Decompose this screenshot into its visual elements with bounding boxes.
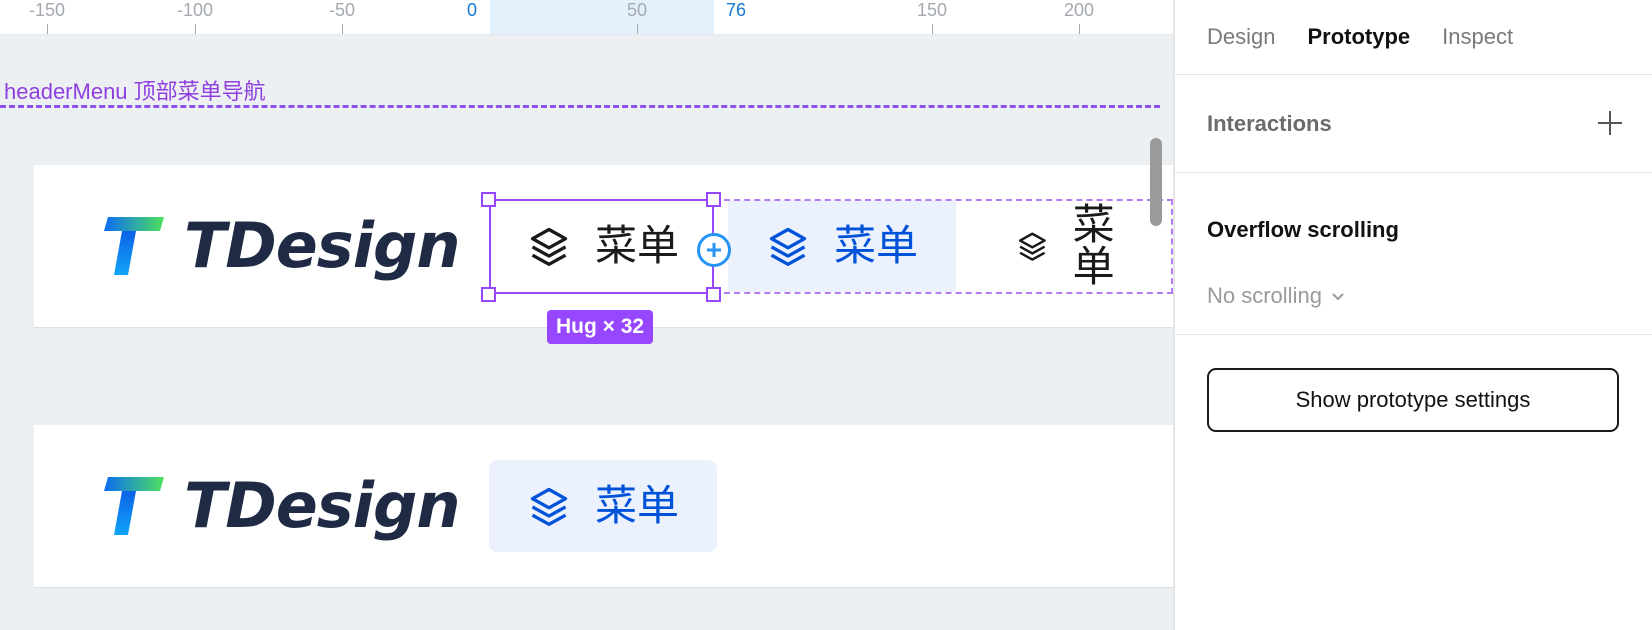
resize-handle-bottom-left[interactable] [481,287,496,302]
design-canvas[interactable]: -150 -100 -50 0 50 76 150 200 headerMenu… [0,0,1173,630]
interactions-section: Interactions [1175,75,1652,173]
selection-box[interactable] [489,199,714,294]
ruler-label: -100 [176,0,214,20]
overflow-dropdown[interactable]: No scrolling [1207,283,1346,309]
auto-layout-bounds [714,199,1173,294]
tdesign-logo: TDesign [104,469,460,542]
overflow-title: Overflow scrolling [1207,217,1399,242]
logo-wordmark: TDesign [184,209,460,282]
interactions-title: Interactions [1207,111,1332,136]
resize-handle-bottom-right[interactable] [706,287,721,302]
tab-design[interactable]: Design [1207,24,1275,50]
tab-inspect[interactable]: Inspect [1442,24,1513,50]
add-interaction-icon[interactable] [1592,105,1628,141]
tdesign-logo: TDesign [104,209,460,282]
ruler-tick [195,24,196,34]
add-item-icon[interactable] [697,233,731,267]
tdesign-t-mark-icon [104,217,164,275]
chevron-down-icon [1332,293,1344,301]
vertical-scrollbar[interactable] [1150,138,1162,226]
panel-tabs: Design Prototype Inspect [1175,0,1652,75]
ruler-label: 76 [725,0,747,20]
plus-icon [707,243,721,257]
resize-handle-top-left[interactable] [481,192,496,207]
menu-item-active[interactable]: 菜单 [489,460,718,552]
tdesign-t-mark-icon [104,477,164,535]
layers-icon [530,487,568,526]
ruler-label: 50 [626,0,648,20]
ruler-selection-band [490,0,714,34]
ruler-tick [342,24,343,34]
header-frame-2[interactable]: TDesign 菜单 [34,425,1173,587]
ruler-label: -150 [28,0,66,20]
properties-panel: Design Prototype Inspect Interactions Ov… [1173,0,1652,630]
tab-prototype[interactable]: Prototype [1307,24,1410,50]
ruler-label: -50 [328,0,356,20]
ruler-tick [932,24,933,34]
overflow-section: Overflow scrolling No scrolling [1175,173,1652,335]
resize-handle-top-right[interactable] [706,192,721,207]
menu-item-label: 菜单 [595,481,680,530]
show-prototype-settings-button[interactable]: Show prototype settings [1207,368,1619,432]
frame-label[interactable]: headerMenu 顶部菜单导航 [4,74,266,106]
ruler-label: 200 [1063,0,1095,20]
ruler-tick [1079,24,1080,34]
ruler-label: 150 [916,0,948,20]
logo-wordmark: TDesign [184,469,460,542]
frame-boundary-line [0,105,1160,108]
overflow-value: No scrolling [1207,283,1322,308]
size-badge: Hug × 32 [547,310,654,344]
ruler-label: 0 [466,0,478,20]
horizontal-ruler: -150 -100 -50 0 50 76 150 200 [0,0,1173,35]
ruler-tick [637,24,638,34]
ruler-tick [47,24,48,34]
